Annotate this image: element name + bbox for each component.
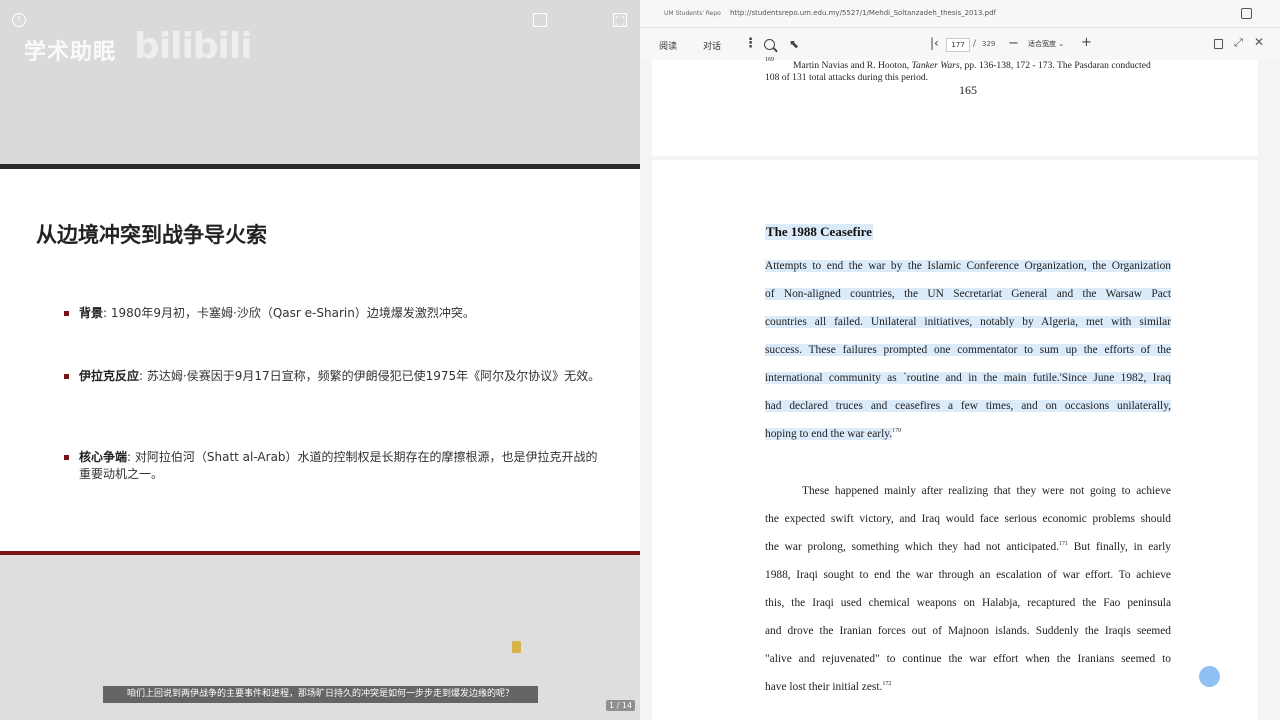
total-pages: 329 xyxy=(982,40,996,48)
search-icon[interactable] xyxy=(764,39,775,50)
address-bar: UM Students' Repo http://studentsrepo.um… xyxy=(640,0,1280,28)
cursor-icon xyxy=(512,641,521,653)
paragraph-line: this, the Iraqi used chemical weapons on… xyxy=(765,597,1171,609)
paragraph-line: 1988, Iraqi sought to end the war throug… xyxy=(765,569,1171,581)
page-number: 165 xyxy=(959,83,977,97)
slide-bullet: 核心争端: 对阿拉伯河（Shatt al-Arab）水道的控制权是长期存在的摩擦… xyxy=(64,449,609,483)
pdf-viewer: UM Students' Repo http://studentsrepo.um… xyxy=(640,0,1280,720)
footnote-ref: 172 xyxy=(882,681,892,687)
section-heading: The 1988 Ceasefire xyxy=(765,224,873,240)
paragraph-line: These happened mainly after realizing th… xyxy=(802,485,1171,497)
pdf-page: 169 Martin Navias and R. Hooton, Tanker … xyxy=(652,57,1258,156)
save-icon[interactable] xyxy=(1214,39,1223,49)
fullscreen-icon[interactable]: ⛶ xyxy=(613,13,627,28)
video-top-area: 学术助眠 bilibili i ⛶ xyxy=(0,0,640,164)
bullet-text: : 苏达姆·侯赛因于9月17日宣称，频繁的伊朗侵犯已使1975年《阿尔及尔协议》… xyxy=(139,369,601,383)
slide: 从边境冲突到战争导火索 背景: 1980年9月初，卡塞姆·沙欣（Qasr e-S… xyxy=(0,169,640,551)
bullet-label: 背景 xyxy=(79,306,104,320)
paragraph-line: have lost their initial zest.172 xyxy=(765,681,892,693)
slide-bullet: 伊拉克反应: 苏达姆·侯赛因于9月17日宣称，频繁的伊朗侵犯已使1975年《阿尔… xyxy=(64,368,609,385)
close-icon[interactable]: ✕ xyxy=(1254,35,1264,49)
bilibili-logo: bilibili xyxy=(134,26,253,67)
picture-in-picture-icon[interactable] xyxy=(533,13,547,27)
bullet-text: : 1980年9月初，卡塞姆·沙欣（Qasr e-Sharin）边境爆发激烈冲突… xyxy=(103,306,475,320)
page-separator: / xyxy=(973,39,977,49)
info-icon[interactable]: i xyxy=(12,13,26,27)
chat-button[interactable]: 对话 xyxy=(703,39,721,52)
floating-assistant-button[interactable] xyxy=(1199,666,1220,687)
zoom-out-icon[interactable]: − xyxy=(1008,36,1019,51)
bullet-label: 伊拉克反应 xyxy=(79,369,140,383)
bullet-marker xyxy=(64,455,69,460)
page-number-input[interactable]: 177 xyxy=(946,38,970,52)
select-tool-icon[interactable]: ⬉ xyxy=(789,37,799,51)
footnote-ref: 171 xyxy=(1059,541,1069,547)
paragraph-line: Attempts to end the war by the Islamic C… xyxy=(765,260,1171,272)
paragraph-line: of Non-aligned countries, the UN Secreta… xyxy=(765,288,1171,300)
bullet-marker xyxy=(64,311,69,316)
footnote-ref: 170 xyxy=(892,428,902,434)
paragraph-line: the war prolong, something which they ha… xyxy=(765,541,1171,553)
slide-bullet: 背景: 1980年9月初，卡塞姆·沙欣（Qasr e-Sharin）边境爆发激烈… xyxy=(64,305,609,322)
footnote-line: 108 of 131 total attacks during this per… xyxy=(765,72,929,83)
paragraph-line: and drove the Iranian forces out of Majn… xyxy=(765,625,1171,637)
paragraph-line: success. These failures prompted one com… xyxy=(765,344,1171,356)
paragraph-line: had declared truces and ceasefires a few… xyxy=(765,400,1171,412)
paragraph-line: international community as `routine and … xyxy=(765,372,1171,384)
bullet-label: 核心争端 xyxy=(79,450,128,464)
site-name: UM Students' Repo xyxy=(664,10,721,17)
paragraph-line: the expected swift victory, and Iraq wou… xyxy=(765,513,1171,525)
paragraph-line: countries all failed. Unilateral initiat… xyxy=(765,316,1171,328)
paragraph-line: "alive and rejuvenated" to continue the … xyxy=(765,653,1171,665)
paragraph-line: hoping to end the war early.170 xyxy=(765,428,902,440)
zoom-in-icon[interactable]: + xyxy=(1081,35,1092,50)
pdf-page: The 1988 Ceasefire Attempts to end the w… xyxy=(652,160,1258,720)
open-external-icon[interactable] xyxy=(1241,8,1252,19)
zoom-select[interactable]: 适合宽度 ⌄ xyxy=(1024,37,1078,52)
slide-title: 从边境冲突到战争导火索 xyxy=(36,222,267,247)
first-page-icon[interactable]: |‹ xyxy=(930,36,939,50)
bullet-marker xyxy=(64,374,69,379)
expand-icon[interactable]: ⤢ xyxy=(1234,36,1243,50)
bullet-text: : 对阿拉伯河（Shatt al-Arab）水道的控制权是长期存在的摩擦根源，也… xyxy=(79,450,598,481)
slide-counter: 1 / 14 xyxy=(606,700,636,711)
more-options-icon[interactable]: ⋮ xyxy=(744,36,757,51)
video-player[interactable]: 学术助眠 bilibili i ⛶ 从边境冲突到战争导火索 背景: 1980年9… xyxy=(0,0,640,720)
subtitle-caption: 咱们上回说到两伊战争的主要事件和进程，那场旷日持久的冲突是如何一步步走到爆发边缘… xyxy=(103,686,538,703)
read-button[interactable]: 阅读 xyxy=(659,39,677,52)
footnote-line: Martin Navias and R. Hooton, Tanker Wars… xyxy=(793,60,1151,71)
url-text[interactable]: http://studentsrepo.um.edu.my/5527/1/Meh… xyxy=(730,9,996,17)
watermark-text: 学术助眠 xyxy=(24,40,117,65)
pdf-toolbar: 阅读 对话 ⋮ ⬉ |‹ 177 / 329 − 适合宽度 ⌄ + ⤢ ✕ xyxy=(640,29,1280,61)
footnote-number: 169 xyxy=(765,57,774,63)
zoom-select-value: 适合宽度 xyxy=(1028,40,1056,48)
